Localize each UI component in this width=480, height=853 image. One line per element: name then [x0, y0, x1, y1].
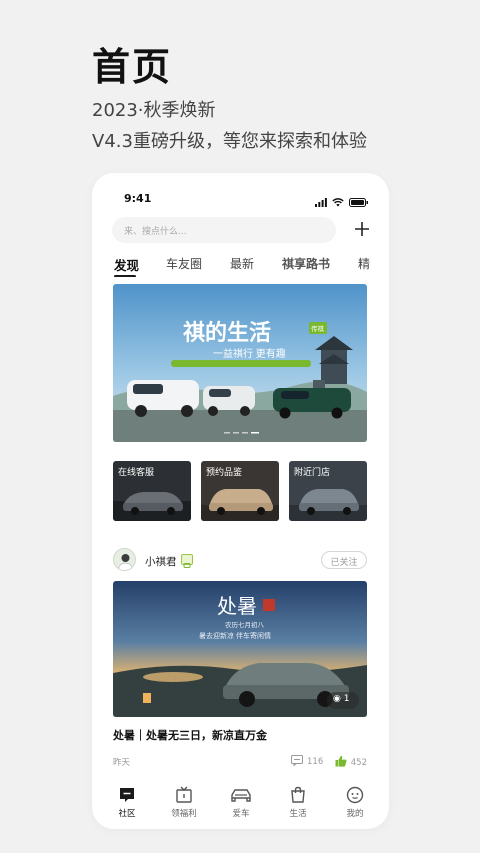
post-author-row: 小祺君 已关注	[113, 548, 367, 572]
quick-link-label: 预约品鉴	[206, 468, 243, 478]
battery-icon	[349, 192, 369, 211]
promo-title: 首页	[92, 45, 173, 89]
tab-latest[interactable]: 最新	[230, 255, 254, 272]
verified-badge-icon	[181, 554, 193, 568]
quick-link-nearby-stores[interactable]: 附近门店	[289, 461, 367, 521]
nav-label: 领福利	[171, 809, 197, 819]
image-caption: 暑去迎新凉 伴车寄闲情	[199, 631, 271, 640]
nav-label: 生活	[289, 809, 307, 819]
status-icons	[315, 192, 369, 211]
car-icon	[216, 785, 266, 805]
post-meta: 昨天 116 452	[113, 755, 367, 769]
image-icon: ◉	[333, 694, 341, 704]
status-bar: 9:41	[92, 173, 389, 213]
promo-description: V4.3重磅升级，等您来探索和体验	[92, 131, 367, 152]
phone-frame: 9:41 来、搜点什么... 发现 车友圈 最新 祺享路书 精 祺的生活 一益祺…	[92, 173, 389, 829]
banner-headline: 祺的生活	[183, 320, 271, 345]
tab-discover[interactable]: 发现	[114, 255, 139, 274]
comment-icon	[291, 755, 303, 769]
thumbs-up-icon	[335, 755, 347, 770]
quick-link-book-test[interactable]: 预约品鉴	[201, 461, 279, 521]
tab-featured[interactable]: 精	[358, 255, 370, 272]
post-time: 昨天	[113, 758, 131, 768]
banner-tag: 传祺	[311, 324, 325, 333]
promo-subtitle: 2023·秋季焕新	[92, 100, 216, 121]
image-title: 处暑	[217, 595, 257, 618]
post-title[interactable]: 处暑｜处暑无三日，新凉直万金	[113, 727, 267, 743]
nav-label: 爱车	[232, 809, 250, 819]
feed-tabs: 发现 车友圈 最新 祺享路书 精	[114, 255, 389, 277]
search-input[interactable]: 来、搜点什么...	[112, 217, 336, 243]
banner-tagline: 一益祺行 更有趣	[213, 347, 286, 360]
profile-face-icon	[330, 785, 380, 805]
signal-icon	[315, 192, 327, 211]
nav-life[interactable]: 生活	[273, 785, 323, 819]
follow-button[interactable]: 已关注	[321, 551, 367, 569]
nav-label: 社区	[118, 809, 136, 819]
nav-profile[interactable]: 我的	[330, 785, 380, 819]
comment-button[interactable]: 116	[291, 755, 323, 769]
status-time: 9:41	[124, 192, 152, 205]
active-tab-indicator	[114, 275, 136, 277]
quick-link-online-service[interactable]: 在线客服	[113, 461, 191, 521]
photo-count-badge: ◉ 1	[327, 692, 359, 709]
search-row: 来、搜点什么...	[112, 217, 372, 243]
author-name[interactable]: 小祺君	[145, 554, 177, 569]
nav-community[interactable]: 社区	[102, 785, 152, 819]
photo-count: 1	[343, 694, 350, 704]
quick-links: 在线客服 预约品鉴 附近门店	[113, 461, 367, 521]
nav-benefits[interactable]: 领福利	[159, 785, 209, 819]
quick-link-label: 在线客服	[118, 468, 155, 478]
hero-banner[interactable]: 祺的生活 一益祺行 更有趣 传祺	[113, 284, 367, 442]
comment-count: 116	[307, 757, 324, 767]
image-date: 农历七月初八	[225, 620, 265, 629]
like-button[interactable]: 452	[335, 755, 367, 770]
like-count: 452	[350, 757, 367, 768]
nav-label: 我的	[346, 809, 364, 819]
tab-route-book[interactable]: 祺享路书	[282, 255, 330, 272]
nav-my-car[interactable]: 爱车	[216, 785, 266, 819]
tab-car-friends[interactable]: 车友圈	[166, 255, 202, 272]
shopping-bag-icon	[273, 785, 323, 805]
gift-icon	[159, 785, 209, 805]
bottom-navigation: 社区 领福利 爱车 生活 我的	[92, 781, 389, 829]
post-image[interactable]: 处暑 农历七月初八 暑去迎新凉 伴车寄闲情 ◉ 1	[113, 581, 367, 717]
add-post-button[interactable]	[352, 219, 372, 239]
avatar[interactable]	[113, 548, 136, 571]
community-icon	[102, 785, 152, 805]
quick-link-label: 附近门店	[294, 468, 331, 478]
plus-icon	[352, 222, 372, 243]
wifi-icon	[332, 192, 344, 211]
